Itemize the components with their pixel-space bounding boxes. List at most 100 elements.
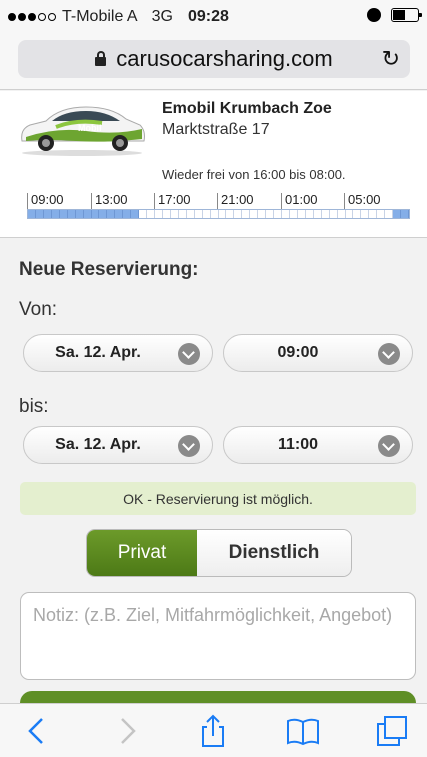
timeline-slot [313,210,322,218]
chevron-down-icon [378,343,400,365]
address-bar[interactable]: carusocarsharing.com ↻ [18,40,410,78]
timeline-slot [385,210,394,218]
timeline-slot [202,210,211,218]
timeline-slot [393,210,402,218]
timeline-slot [178,210,187,218]
timeline-slot [242,210,251,218]
timeline-label: 09:00 [27,193,64,209]
battery-icon [391,8,422,22]
bookmarks-icon[interactable] [286,714,320,748]
business-option[interactable]: Dienstlich [197,530,351,576]
timeline-slot [210,210,219,218]
timeline-slot [305,210,314,218]
timeline-slot [67,210,76,218]
timeline-slot [258,210,267,218]
timeline-slot [28,210,36,218]
form-heading: Neue Reservierung: [19,259,199,280]
chevron-down-icon [178,343,200,365]
reservation-type-toggle: Privat Dienstlich [86,529,352,577]
to-label: bis: [19,396,49,417]
from-time-select[interactable]: 09:00 [223,334,413,372]
timeline-slot [353,210,362,218]
timeline-slot [162,210,171,218]
car-info-panel: Mobil Emobil Krumbach Zoe Marktstraße 17… [0,91,427,238]
from-date-value: Sa. 12. Apr. [55,344,141,361]
timeline-slot [91,210,100,218]
timeline-slot [250,210,259,218]
back-icon[interactable] [20,714,54,748]
browser-toolbar [0,703,427,757]
timeline-slot [51,210,60,218]
timeline-slot [131,210,140,218]
timeline-label: 17:00 [154,193,191,209]
timeline-slot [35,210,44,218]
status-bar: T-Mobile A 3G 09:28 [0,0,427,36]
availability-timeline: 09:00 13:00 17:00 21:00 01:00 05:00 [27,191,410,223]
timeline-slot [170,210,179,218]
timeline-slot [369,210,378,218]
timeline-bar [27,209,410,219]
availability-text: Wieder frei von 16:00 bis 08:00. [162,167,346,182]
url-text: carusocarsharing.com [116,46,333,71]
alarm-icon [367,8,381,22]
timeline-slot [337,210,346,218]
timeline-slot [123,210,132,218]
timeline-slot [75,210,84,218]
timeline-label: 13:00 [91,193,128,209]
note-field[interactable]: Notiz: (z.B. Ziel, Mitfahrmöglichkeit, A… [20,592,416,680]
car-address: Marktstraße 17 [162,121,270,138]
timeline-slot [329,210,338,218]
clock: 09:28 [188,8,229,25]
private-option[interactable]: Privat [87,530,197,576]
timeline-label: 21:00 [217,193,254,209]
timeline-slot [297,210,306,218]
browser-address-area: carusocarsharing.com ↻ [0,36,427,90]
timeline-slot [147,210,155,218]
from-date-select[interactable]: Sa. 12. Apr. [23,334,213,372]
status-message: OK - Reservierung ist möglich. [20,482,416,515]
car-name: Emobil Krumbach Zoe [162,100,332,117]
timeline-slot [59,210,68,218]
car-image: Mobil [21,106,145,156]
timeline-slot [83,210,92,218]
to-time-select[interactable]: 11:00 [223,426,413,464]
timeline-slot [361,210,370,218]
timeline-slot [321,210,330,218]
carrier-info: T-Mobile A 3G [8,8,173,26]
chevron-down-icon [378,435,400,457]
timeline-slot [99,210,108,218]
timeline-slot [43,210,52,218]
timeline-slot [218,210,227,218]
chevron-down-icon [178,435,200,457]
to-date-value: Sa. 12. Apr. [55,436,141,453]
tabs-icon[interactable] [375,714,409,748]
timeline-slot [266,210,275,218]
forward-icon[interactable] [110,714,144,748]
timeline-slot [139,210,148,218]
to-time-value: 11:00 [277,436,319,453]
carrier-name: T-Mobile A [62,8,138,25]
network-type: 3G [151,8,173,25]
timeline-slot [186,210,195,218]
timeline-slot [194,210,203,218]
signal-strength-icon [8,13,56,21]
timeline-slot [107,210,116,218]
timeline-slot [226,210,235,218]
timeline-slot [155,210,163,218]
timeline-label: 05:00 [344,193,381,209]
timeline-slot [401,210,409,218]
from-time-value: 09:00 [277,344,319,361]
timeline-slot [282,210,290,218]
timeline-label: 01:00 [281,193,318,209]
from-label: Von: [19,299,58,320]
to-date-select[interactable]: Sa. 12. Apr. [23,426,213,464]
share-icon[interactable] [196,714,230,748]
timeline-slot [289,210,298,218]
timeline-slot [345,210,354,218]
timeline-slot [377,210,386,218]
reload-icon[interactable]: ↻ [382,46,400,72]
lock-icon [95,50,107,66]
timeline-slot [274,210,282,218]
timeline-slot [115,210,124,218]
svg-text:Mobil: Mobil [78,123,102,133]
